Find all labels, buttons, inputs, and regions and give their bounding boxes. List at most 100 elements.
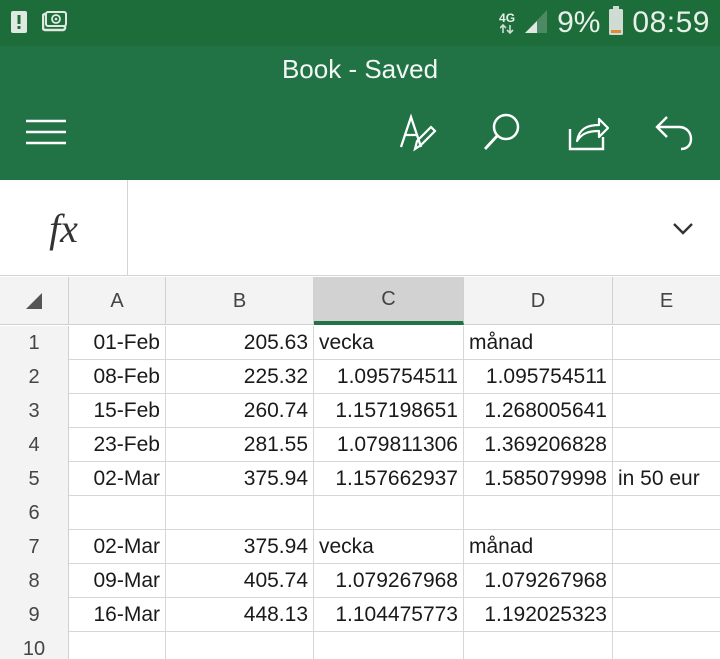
battery-percent: 9% <box>557 6 601 39</box>
cell-d6[interactable] <box>464 496 613 530</box>
cell-b1[interactable]: 205.63 <box>166 326 314 360</box>
function-button[interactable]: fx <box>0 180 128 276</box>
cell-b4[interactable]: 281.55 <box>166 428 314 462</box>
column-header-c[interactable]: C <box>314 277 464 325</box>
table-row: 2 08-Feb 225.32 1.095754511 1.095754511 <box>0 360 720 394</box>
cell-e9[interactable] <box>613 598 720 632</box>
fx-label: fx <box>49 205 78 251</box>
cell-a10[interactable] <box>69 632 166 659</box>
cell-c9[interactable]: 1.104475773 <box>314 598 464 632</box>
cell-d8[interactable]: 1.079267968 <box>464 564 613 598</box>
cell-d3[interactable]: 1.268005641 <box>464 394 613 428</box>
cell-a2[interactable]: 08-Feb <box>69 360 166 394</box>
row-header[interactable]: 10 <box>0 632 69 659</box>
cell-d5[interactable]: 1.585079998 <box>464 462 613 496</box>
cell-b6[interactable] <box>166 496 314 530</box>
table-row: 6 <box>0 496 720 530</box>
row-header[interactable]: 8 <box>0 564 69 598</box>
cell-a9[interactable]: 16-Mar <box>69 598 166 632</box>
cell-a7[interactable]: 02-Mar <box>69 530 166 564</box>
cell-c1[interactable]: vecka <box>314 326 464 360</box>
status-indicators: 4G 9% 08:59 <box>499 4 710 42</box>
cell-c6[interactable] <box>314 496 464 530</box>
signal-icon <box>523 8 549 39</box>
cell-e6[interactable] <box>613 496 720 530</box>
draw-icon[interactable] <box>396 110 440 154</box>
cell-a3[interactable]: 15-Feb <box>69 394 166 428</box>
cell-b7[interactable]: 375.94 <box>166 530 314 564</box>
formula-input[interactable] <box>129 180 649 276</box>
table-row: 9 16-Mar 448.13 1.104475773 1.192025323 <box>0 598 720 632</box>
cell-b5[interactable]: 375.94 <box>166 462 314 496</box>
cell-a1[interactable]: 01-Feb <box>69 326 166 360</box>
table-row: 1 01-Feb 205.63 vecka månad <box>0 326 720 360</box>
cell-d2[interactable]: 1.095754511 <box>464 360 613 394</box>
cell-c5[interactable]: 1.157662937 <box>314 462 464 496</box>
table-row: 8 09-Mar 405.74 1.079267968 1.079267968 <box>0 564 720 598</box>
row-header[interactable]: 3 <box>0 394 69 428</box>
select-all-button[interactable] <box>0 277 69 325</box>
cell-e3[interactable] <box>613 394 720 428</box>
cell-c3[interactable]: 1.157198651 <box>314 394 464 428</box>
menu-icon[interactable] <box>24 110 68 154</box>
row-header[interactable]: 1 <box>0 326 69 360</box>
column-header-b[interactable]: B <box>166 277 314 325</box>
cell-b8[interactable]: 405.74 <box>166 564 314 598</box>
cell-b10[interactable] <box>166 632 314 659</box>
table-row: 4 23-Feb 281.55 1.079811306 1.369206828 <box>0 428 720 462</box>
share-icon[interactable] <box>566 110 610 154</box>
screencast-icon <box>41 11 68 38</box>
cell-c2[interactable]: 1.095754511 <box>314 360 464 394</box>
cell-d10[interactable] <box>464 632 613 659</box>
cell-c8[interactable]: 1.079267968 <box>314 564 464 598</box>
chevron-down-icon[interactable] <box>668 214 698 244</box>
formula-bar: fx <box>0 180 720 276</box>
row-header[interactable]: 6 <box>0 496 69 530</box>
cell-c10[interactable] <box>314 632 464 659</box>
search-icon[interactable] <box>480 110 524 154</box>
table-row: 5 02-Mar 375.94 1.157662937 1.585079998 in 50… <box>0 462 720 496</box>
network-label: 4G <box>499 11 516 25</box>
cell-e10[interactable] <box>613 632 720 659</box>
row-header[interactable]: 7 <box>0 530 69 564</box>
cell-a4[interactable]: 23-Feb <box>69 428 166 462</box>
cell-d1[interactable]: månad <box>464 326 613 360</box>
cell-b3[interactable]: 260.74 <box>166 394 314 428</box>
status-notifications <box>10 10 68 39</box>
cell-e5[interactable]: in 50 eur <box>613 462 720 496</box>
cell-e2[interactable] <box>613 360 720 394</box>
app-bar: Book - Saved <box>0 46 720 180</box>
cell-e4[interactable] <box>613 428 720 462</box>
column-header-a[interactable]: A <box>69 277 166 325</box>
row-header[interactable]: 4 <box>0 428 69 462</box>
row-header[interactable]: 2 <box>0 360 69 394</box>
column-headers: A B C D E <box>0 277 720 325</box>
cell-a6[interactable] <box>69 496 166 530</box>
row-header[interactable]: 9 <box>0 598 69 632</box>
network-indicator: 4G <box>499 12 515 34</box>
spreadsheet-grid[interactable]: A B C D E 1 01-Feb 205.63 vecka månad 2 08-Feb… <box>0 277 720 659</box>
cell-a8[interactable]: 09-Mar <box>69 564 166 598</box>
cell-b2[interactable]: 225.32 <box>166 360 314 394</box>
column-header-e[interactable]: E <box>613 277 720 325</box>
status-bar: 4G 9% 08:59 <box>0 0 720 46</box>
cell-e7[interactable] <box>613 530 720 564</box>
cell-e1[interactable] <box>613 326 720 360</box>
alert-icon <box>10 10 28 39</box>
cell-d4[interactable]: 1.369206828 <box>464 428 613 462</box>
cell-c4[interactable]: 1.079811306 <box>314 428 464 462</box>
document-title[interactable]: Book - Saved <box>0 54 720 85</box>
cell-b9[interactable]: 448.13 <box>166 598 314 632</box>
column-header-d[interactable]: D <box>464 277 613 325</box>
cell-a5[interactable]: 02-Mar <box>69 462 166 496</box>
cell-c7[interactable]: vecka <box>314 530 464 564</box>
cell-e8[interactable] <box>613 564 720 598</box>
battery-icon <box>608 5 624 41</box>
table-row: 3 15-Feb 260.74 1.157198651 1.268005641 <box>0 394 720 428</box>
cell-d7[interactable]: månad <box>464 530 613 564</box>
status-time: 08:59 <box>632 6 710 39</box>
row-header[interactable]: 5 <box>0 462 69 496</box>
cell-d9[interactable]: 1.192025323 <box>464 598 613 632</box>
undo-icon[interactable] <box>652 110 696 154</box>
table-row: 10 <box>0 632 720 659</box>
